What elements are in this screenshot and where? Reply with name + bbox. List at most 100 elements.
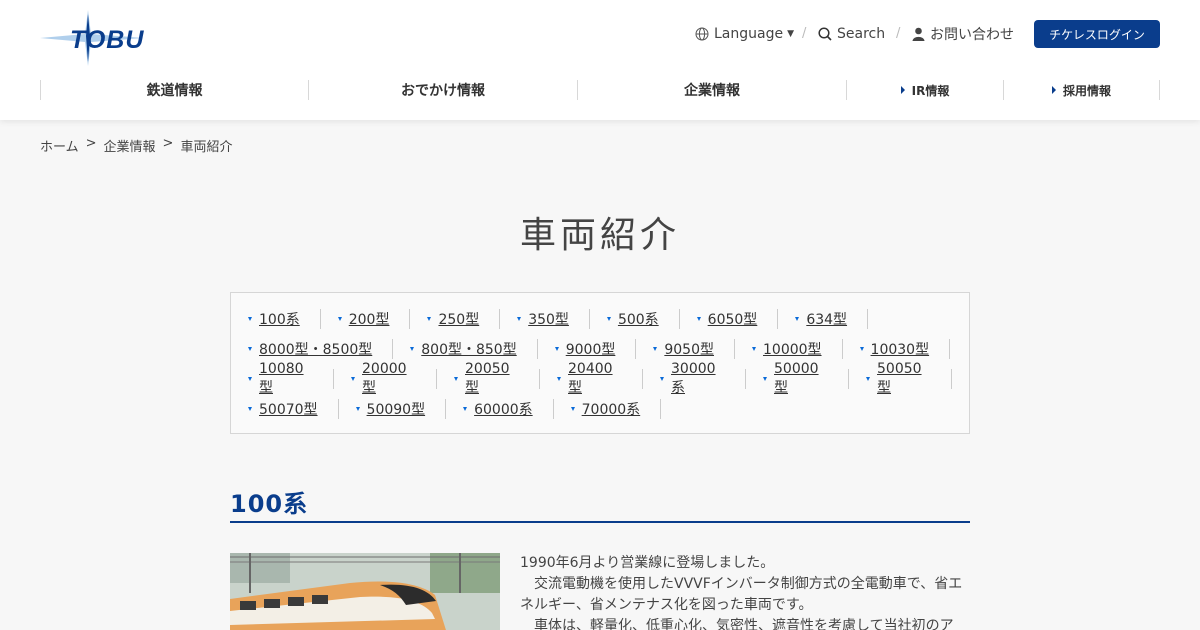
nav-item-corporate[interactable]: 企業情報 [577, 80, 846, 100]
train-photo [230, 553, 500, 630]
search-icon [818, 27, 832, 41]
globe-icon [695, 27, 709, 41]
triangle-down-icon [337, 317, 342, 321]
language-selector[interactable]: Language ▼ [695, 24, 794, 44]
triangle-down-icon [606, 317, 611, 321]
model-link[interactable]: 50000型 [763, 361, 849, 396]
breadcrumb-home[interactable]: ホーム [40, 136, 79, 155]
model-link-label: 634型 [806, 312, 848, 328]
nav-item-recruit[interactable]: 採用情報 [1003, 80, 1160, 100]
model-link[interactable]: 20050型 [454, 361, 540, 396]
model-link[interactable]: 6050型 [696, 309, 779, 329]
nav-item-railway[interactable]: 鉄道情報 [40, 80, 308, 100]
model-link[interactable]: 50070型 [248, 399, 339, 419]
utility-divider: / [896, 26, 901, 41]
triangle-down-icon [752, 347, 756, 351]
triangle-down-icon [248, 317, 252, 321]
nav-label: 鉄道情報 [146, 83, 203, 99]
model-link-label: 20050型 [465, 361, 510, 396]
model-link[interactable]: 9000型 [554, 339, 637, 359]
arrow-right-icon [900, 86, 905, 94]
model-link-label: 200型 [348, 312, 390, 328]
description-paragraph: 車体は、軽量化、低重心化、気密性、遮音性を考慮して当社初のア [520, 618, 954, 630]
description-paragraph: 1990年6月より営業線に登場しました。 [520, 555, 775, 571]
nav-label: 採用情報 [1062, 83, 1111, 98]
model-link-label: 800型・850型 [421, 342, 517, 358]
contact-link[interactable]: お問い合わせ [912, 24, 1014, 44]
model-link[interactable]: 10080型 [248, 361, 334, 396]
search-label: Search [837, 26, 886, 42]
model-link[interactable]: 60000系 [463, 399, 554, 419]
search-link[interactable]: Search [818, 24, 885, 44]
model-row: 50070型 50090型 60000系 70000系 [248, 399, 678, 419]
train-photo-graphic [230, 553, 500, 630]
model-link-label: 9050型 [664, 342, 714, 358]
model-link-label: 9000型 [565, 342, 616, 358]
model-link-label: 10030型 [870, 342, 930, 358]
breadcrumb-parent[interactable]: 企業情報 [104, 136, 156, 155]
user-icon [912, 27, 925, 41]
triangle-down-icon [859, 347, 864, 351]
model-link[interactable]: 70000系 [570, 399, 662, 419]
nav-label: 企業情報 [684, 83, 740, 99]
model-link[interactable]: 800型・850型 [410, 339, 538, 359]
model-link[interactable]: 20400型 [557, 361, 643, 396]
breadcrumb-separator: > [85, 136, 97, 151]
model-link-label: 60000系 [474, 402, 533, 418]
model-link[interactable]: 350型 [517, 309, 590, 329]
model-link[interactable]: 30000系 [660, 361, 746, 396]
model-link[interactable]: 500系 [606, 309, 680, 329]
triangle-down-icon [427, 317, 432, 321]
page-title: 車両紹介 [519, 215, 680, 256]
model-link-label: 50070型 [259, 402, 318, 418]
model-link[interactable]: 200型 [337, 309, 411, 329]
breadcrumb: ホーム > 企業情報 > 車両紹介 [40, 136, 239, 155]
language-label: Language [714, 26, 784, 42]
arrow-right-icon [1051, 86, 1056, 94]
model-link-label: 250型 [438, 312, 480, 328]
model-link[interactable]: 50050型 [866, 361, 952, 396]
site-header: TOBU Language ▼ / Search / お問い合わせ チケレスログ… [0, 0, 1200, 120]
triangle-down-icon [410, 347, 415, 351]
nav-label: おでかけ情報 [401, 83, 485, 99]
section-divider [230, 521, 970, 523]
tobu-logo[interactable]: TOBU [40, 10, 144, 66]
model-row: 8000型・8500型 800型・850型 9000型 9050型 10000型… [248, 339, 967, 359]
triangle-down-icon [570, 407, 575, 411]
model-link[interactable]: 50090型 [355, 399, 447, 419]
triangle-down-icon [463, 407, 468, 411]
triangle-down-icon [554, 347, 559, 351]
model-link[interactable]: 634型 [795, 309, 869, 329]
nav-label: IR情報 [911, 83, 950, 98]
triangle-down-icon [660, 377, 664, 381]
model-link[interactable]: 20000型 [351, 361, 437, 396]
triangle-down-icon [355, 407, 360, 411]
model-row: 100系 200型 250型 350型 500系 6050型 634型 [248, 309, 885, 329]
model-link-label: 10080型 [259, 361, 304, 396]
triangle-down-icon [763, 377, 767, 381]
model-link[interactable]: 100系 [248, 309, 321, 329]
model-link[interactable]: 10000型 [752, 339, 843, 359]
caret-down-icon: ▼ [787, 29, 795, 39]
section-description: 1990年6月より営業線に登場しました。 交流電動機を使用したVVVFインバータ… [520, 553, 970, 630]
model-link-label: 350型 [528, 312, 569, 328]
triangle-down-icon [517, 317, 522, 321]
model-link[interactable]: 250型 [427, 309, 501, 329]
model-index: 100系 200型 250型 350型 500系 6050型 634型 8000… [230, 292, 970, 434]
model-link[interactable]: 8000型・8500型 [248, 339, 394, 359]
ticketless-login-button[interactable]: チケレスログイン [1034, 20, 1160, 48]
logo-text: TOBU [70, 26, 145, 54]
nav-item-outing[interactable]: おでかけ情報 [308, 80, 577, 100]
model-link-label: 20000型 [362, 361, 407, 396]
triangle-down-icon [248, 407, 252, 411]
triangle-down-icon [696, 317, 701, 321]
model-link[interactable]: 9050型 [653, 339, 735, 359]
model-link-label: 6050型 [707, 312, 758, 328]
triangle-down-icon [795, 317, 800, 321]
triangle-down-icon [351, 377, 355, 381]
nav-item-ir[interactable]: IR情報 [846, 80, 1003, 100]
model-link[interactable]: 10030型 [859, 339, 951, 359]
model-link-label: 100系 [259, 312, 300, 328]
triangle-down-icon [866, 377, 870, 381]
triangle-down-icon [653, 347, 658, 351]
